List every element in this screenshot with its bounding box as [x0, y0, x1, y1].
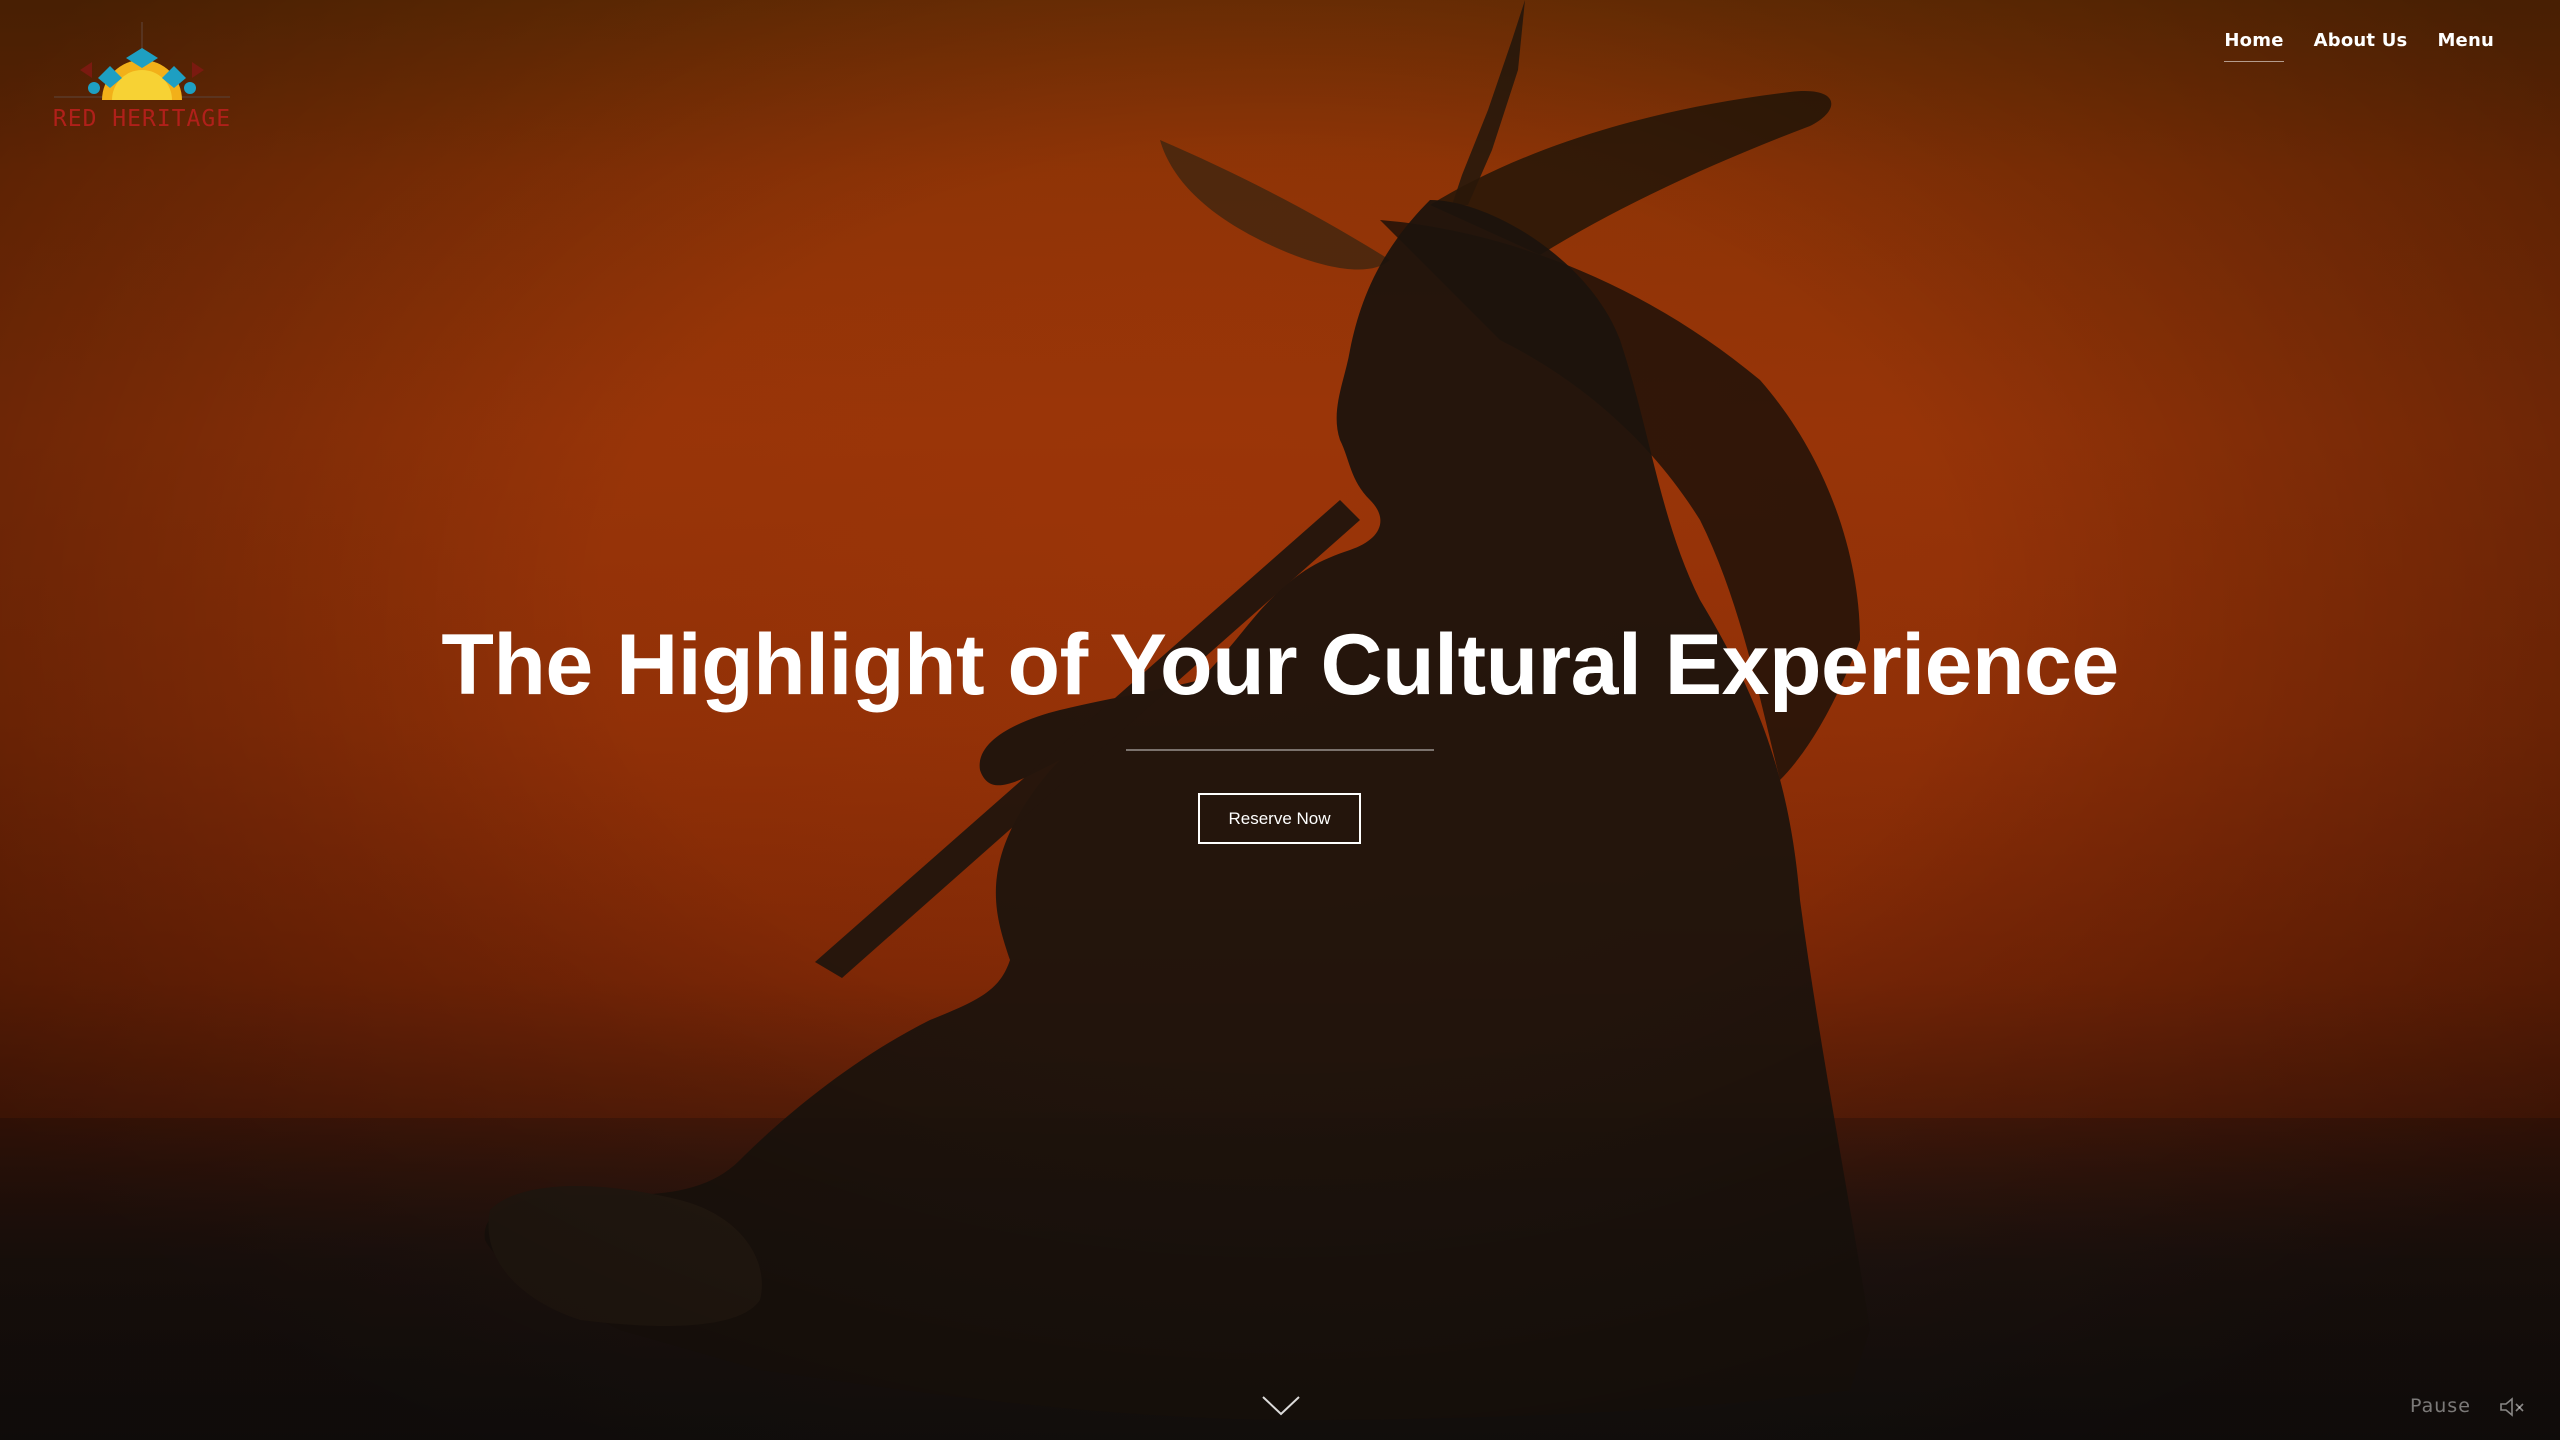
svg-text:RED HERITAGE: RED HERITAGE — [53, 106, 231, 132]
hero-video-background — [0, 0, 2560, 1440]
reserve-now-button[interactable]: Reserve Now — [1198, 793, 1361, 844]
nav-menu[interactable]: Menu — [2437, 30, 2494, 61]
hero-divider — [1126, 749, 1434, 751]
vignette-overlay — [0, 0, 2560, 1440]
main-nav: Home About Us Menu — [2224, 30, 2494, 62]
speaker-muted-icon[interactable] — [2498, 1396, 2526, 1418]
red-heritage-logo[interactable]: RED HERITAGE — [52, 22, 232, 140]
pause-video-button[interactable]: Pause — [2410, 1395, 2471, 1417]
nav-home[interactable]: Home — [2224, 30, 2284, 62]
hero-headline: The Highlight of Your Cultural Experienc… — [441, 617, 2119, 713]
nav-about-us[interactable]: About Us — [2314, 30, 2408, 61]
chevron-down-icon[interactable] — [1261, 1394, 1301, 1418]
